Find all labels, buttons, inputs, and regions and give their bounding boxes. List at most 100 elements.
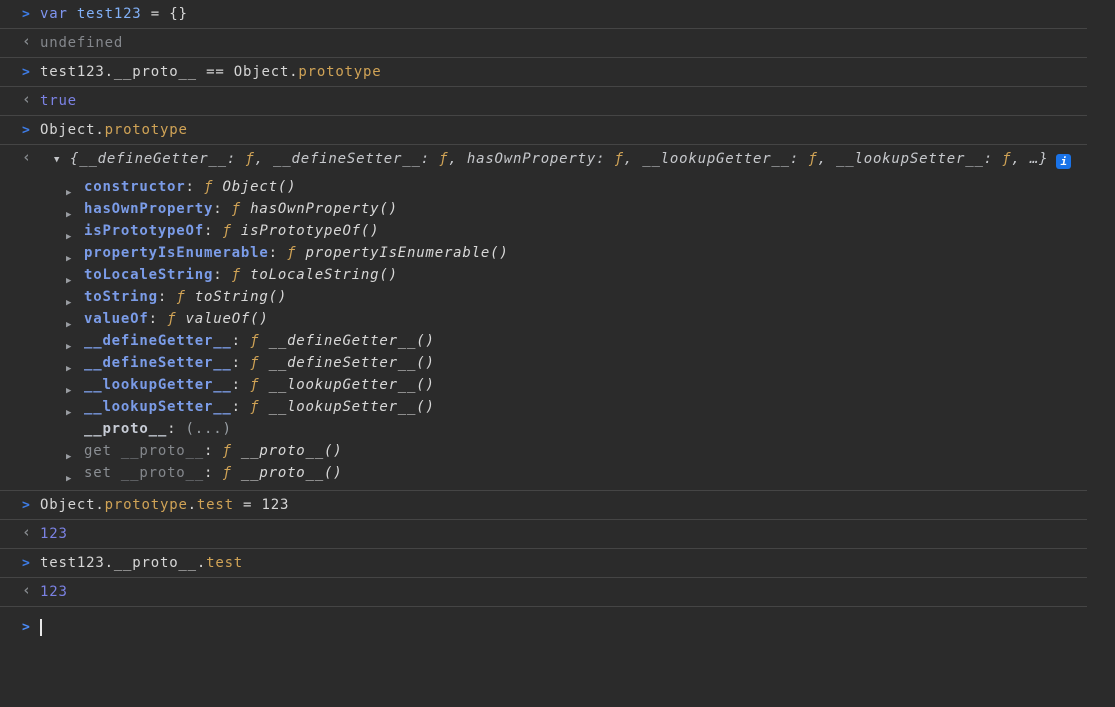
token-sig: __defineSetter__() (269, 355, 435, 371)
token-plain: : (149, 311, 167, 327)
devtools-console: > var test123 = {} ‹undefined > test123.__pr… (0, 0, 1115, 644)
token-f: ƒ (204, 179, 222, 195)
object-property-row[interactable]: ▶hasOwnProperty: ƒ hasOwnProperty() (0, 198, 1087, 220)
object-property-row[interactable]: ▶propertyIsEnumerable: ƒ propertyIsEnume… (0, 242, 1087, 264)
token-plain: = {} (142, 6, 188, 22)
token-f: ƒ (222, 443, 240, 459)
token-key: propertyIsEnumerable (84, 245, 269, 261)
console-input-entry: > test123.__proto__.test (0, 549, 1087, 578)
console-object-result-entry: ‹▼{__defineGetter__: ƒ, __defineSetter__… (0, 145, 1087, 491)
object-property-row[interactable]: ▶set __proto__: ƒ __proto__() (0, 462, 1087, 484)
result-chevron-icon: ‹ (22, 149, 32, 166)
result-line: ‹123 (0, 520, 1087, 548)
token-sig: isPrototypeOf() (241, 223, 379, 239)
token-f: ƒ (222, 223, 240, 239)
token-muted: __proto__ (121, 465, 204, 481)
token-plain: : (186, 179, 204, 195)
token-prop: prototype (298, 64, 381, 80)
token-key: toLocaleString (84, 267, 213, 283)
object-property-row[interactable]: ▶valueOf: ƒ valueOf() (0, 308, 1087, 330)
result-line: ‹undefined (0, 29, 1087, 57)
token-sig: hasOwnProperty() (250, 201, 398, 217)
console-result-entry: ‹123 (0, 578, 1087, 607)
console-input-entry: > var test123 = {} (0, 0, 1087, 29)
token-key: valueOf (84, 311, 149, 327)
input-chevron-icon: > (22, 497, 31, 514)
token-plain: : (204, 465, 222, 481)
token-prop: prototype (105, 497, 188, 513)
input-echo-line: > var test123 = {} (0, 0, 1087, 28)
token-dim: get (84, 443, 121, 459)
object-property-row[interactable]: ▶__defineGetter__: ƒ __defineGetter__() (0, 330, 1087, 352)
token-plain: : (167, 421, 185, 437)
token-plain: : (213, 201, 231, 217)
console-result-entry: ‹true (0, 87, 1087, 116)
token-dim: set (84, 465, 121, 481)
info-icon[interactable]: i (1056, 154, 1071, 169)
token-muted: __proto__ (121, 443, 204, 459)
token-pvf: ƒ (245, 151, 254, 167)
token-keyword: var (40, 6, 68, 22)
console-prompt[interactable]: > (0, 607, 1087, 644)
object-property-tree: ▶constructor: ƒ Object()▶hasOwnProperty:… (0, 174, 1087, 490)
disclosure-triangle-expanded-icon[interactable]: ▼ (54, 152, 70, 169)
token-plain: : (158, 289, 176, 305)
token-f: ƒ (250, 333, 268, 349)
token-pv: , __defineSetter__: (255, 151, 440, 167)
token-prop: test (197, 497, 234, 513)
object-property-row[interactable]: ▶__defineSetter__: ƒ __defineSetter__() (0, 352, 1087, 374)
result-chevron-icon: ‹ (22, 582, 32, 599)
token-f: ƒ (222, 465, 240, 481)
object-property-row[interactable]: ▶toString: ƒ toString() (0, 286, 1087, 308)
object-property-row[interactable]: ▶constructor: ƒ Object() (0, 176, 1087, 198)
input-chevron-icon: > (22, 64, 31, 81)
token-plain (68, 6, 77, 22)
token-plain: : (269, 245, 287, 261)
token-def: test123 (77, 6, 142, 22)
token-plain: test123.__proto__. (40, 555, 206, 571)
token-sig: valueOf() (186, 311, 269, 327)
token-f: ƒ (250, 355, 268, 371)
token-key: __lookupGetter__ (84, 377, 232, 393)
console-input-entry: > Object.prototype (0, 116, 1087, 145)
input-chevron-icon: > (22, 6, 31, 23)
object-property-row[interactable]: ▶__lookupSetter__: ƒ __lookupSetter__() (0, 396, 1087, 418)
console-result-entry: ‹undefined (0, 29, 1087, 58)
input-echo-line: > test123.__proto__.test (0, 549, 1087, 577)
object-property-row[interactable]: ▶isPrototypeOf: ƒ isPrototypeOf() (0, 220, 1087, 242)
prompt-chevron-icon: > (22, 619, 31, 636)
object-property-row[interactable]: ▶__lookupGetter__: ƒ __lookupGetter__() (0, 374, 1087, 396)
token-dots[interactable]: (...) (186, 421, 232, 437)
token-plain: Object. (40, 122, 105, 138)
token-plain: : (204, 443, 222, 459)
token-key: __lookupSetter__ (84, 399, 232, 415)
token-prop: prototype (105, 122, 188, 138)
input-chevron-icon: > (22, 555, 31, 572)
token-prop: test (206, 555, 243, 571)
object-property-row[interactable]: ▶get __proto__: ƒ __proto__() (0, 440, 1087, 462)
token-key: hasOwnProperty (84, 201, 213, 217)
token-keyplain: __proto__ (84, 421, 167, 437)
disclosure-triangle-collapsed-icon[interactable]: ▶ (66, 468, 72, 490)
token-plain: : (204, 223, 222, 239)
token-f: ƒ (167, 311, 185, 327)
object-preview-row: ‹▼{__defineGetter__: ƒ, __defineSetter__… (0, 145, 1087, 174)
token-f: ƒ (232, 201, 250, 217)
input-echo-line: > Object.prototype (0, 116, 1087, 144)
token-plain: : (232, 355, 250, 371)
token-sig: toString() (195, 289, 287, 305)
token-f: ƒ (250, 377, 268, 393)
console-input-entry: >Object.prototype.test = 123 (0, 491, 1087, 520)
text-caret (40, 619, 42, 636)
token-key: constructor (84, 179, 186, 195)
result-chevron-icon: ‹ (22, 524, 32, 541)
token-pv: , __lookupGetter__: (624, 151, 809, 167)
token-plain: test123.__proto__ == Object. (40, 64, 298, 80)
token-plain: . (188, 497, 197, 513)
input-chevron-icon: > (22, 122, 31, 139)
object-property-row[interactable]: ▶toLocaleString: ƒ toLocaleString() (0, 264, 1087, 286)
token-pvf: ƒ (615, 151, 624, 167)
token-f: ƒ (176, 289, 194, 305)
token-sig: propertyIsEnumerable() (306, 245, 509, 261)
token-pv: , __lookupSetter__: (818, 151, 1003, 167)
